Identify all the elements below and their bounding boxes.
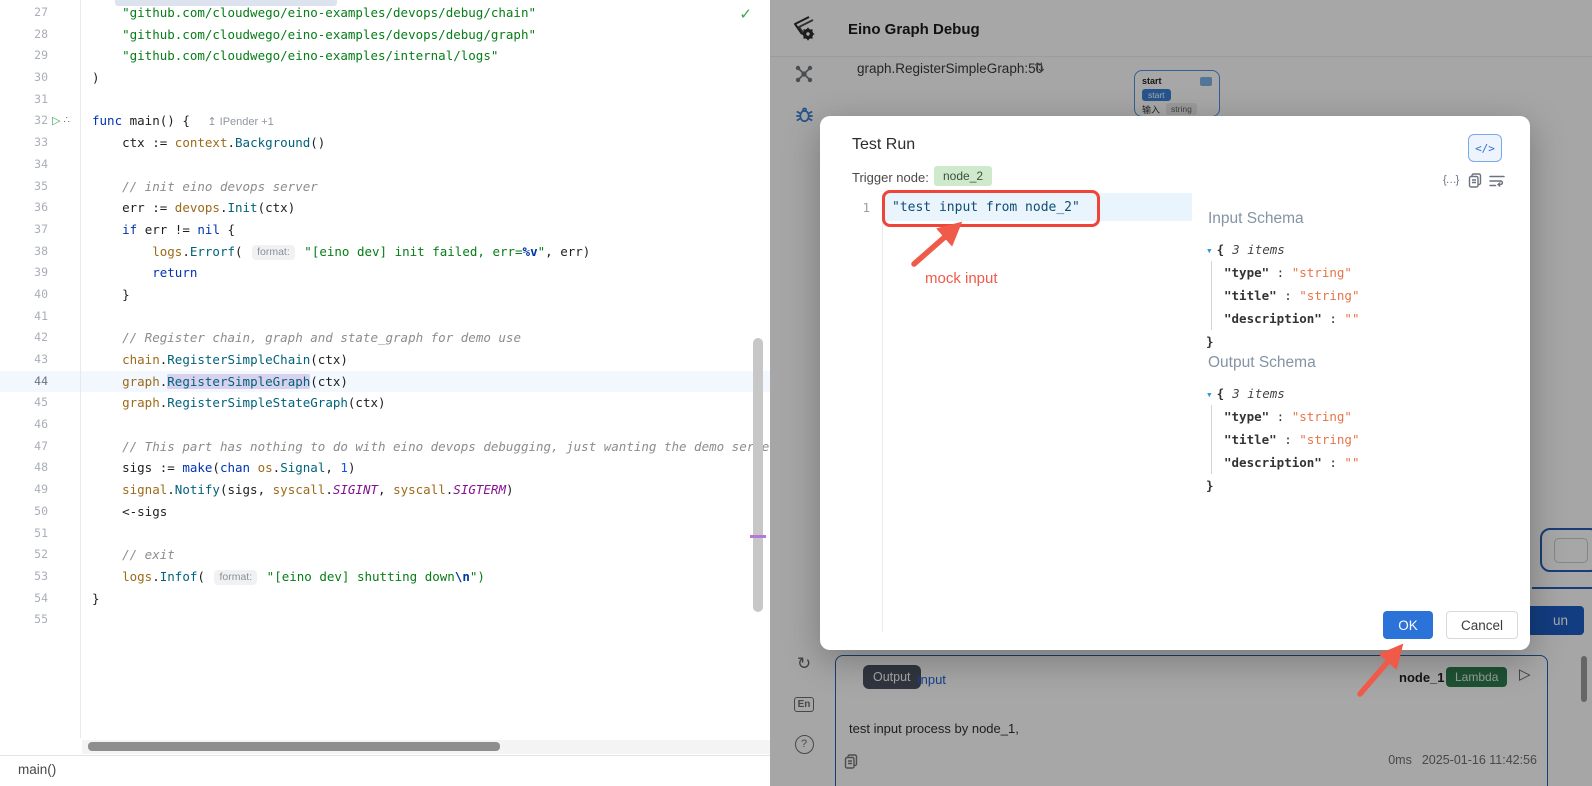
code-line[interactable]: 38 logs.Errorf( format: "[eino dev] init… (0, 241, 770, 263)
code-line[interactable]: 46 (0, 414, 770, 436)
ok-annotation-arrow (1352, 642, 1412, 700)
code-line[interactable]: 35 // init eino devops server (0, 176, 770, 198)
code-line[interactable]: 34 (0, 154, 770, 176)
line-number[interactable]: 48 (0, 457, 48, 479)
run-icon[interactable]: ▷ (52, 116, 60, 127)
app-window: 27 "github.com/cloudwego/eino-examples/d… (0, 0, 1592, 786)
collapse-icon[interactable]: ▾ (1206, 388, 1213, 401)
collapse-icon[interactable]: ▾ (1206, 244, 1213, 257)
code-line[interactable]: 51 (0, 523, 770, 545)
line-number[interactable]: 49 (0, 479, 48, 501)
code-line[interactable]: 54} (0, 588, 770, 610)
output-schema-title: Output Schema (1208, 354, 1316, 372)
line-number[interactable]: 47 (0, 436, 48, 458)
schema-row: "title" : "string" (1224, 284, 1359, 307)
line-number[interactable]: 39 (0, 262, 48, 284)
word-wrap-icon[interactable] (1489, 174, 1505, 188)
code-line[interactable]: 50 <-sigs (0, 501, 770, 523)
code-line[interactable]: 33 ctx := context.Background() (0, 132, 770, 154)
line-number[interactable]: 52 (0, 544, 48, 566)
line-number[interactable]: 55 (0, 609, 48, 631)
inspection-ok-icon[interactable]: ✓ (739, 5, 752, 23)
line-number[interactable]: 27 (0, 2, 48, 24)
code-line[interactable]: 31 (0, 89, 770, 111)
code-line[interactable]: 52 // exit (0, 544, 770, 566)
code-line[interactable]: 28 "github.com/cloudwego/eino-examples/d… (0, 24, 770, 46)
code-line[interactable]: 44 graph.RegisterSimpleGraph(ctx) (0, 371, 770, 393)
code-line[interactable]: 49 signal.Notify(sigs, syscall.SIGINT, s… (0, 479, 770, 501)
editor-gutter-separator (882, 196, 883, 632)
code-line[interactable]: 39 return (0, 262, 770, 284)
breadcrumb[interactable]: main() (18, 762, 56, 777)
line-number[interactable]: 41 (0, 306, 48, 328)
code-line[interactable]: 45 graph.RegisterSimpleStateGraph(ctx) (0, 392, 770, 414)
line-number[interactable]: 28 (0, 24, 48, 46)
code-lines: 27 "github.com/cloudwego/eino-examples/d… (0, 2, 770, 631)
line-number[interactable]: 36 (0, 197, 48, 219)
line-number[interactable]: 51 (0, 523, 48, 545)
code-line[interactable]: 55 (0, 609, 770, 631)
output-schema-tree: ▾{3 items"type" : "string""title" : "str… (1206, 382, 1359, 497)
cancel-button[interactable]: Cancel (1446, 611, 1518, 639)
schema-row: "type" : "string" (1224, 405, 1359, 428)
editor-vertical-scrollbar[interactable] (753, 338, 763, 612)
editor-horizontal-scrollbar[interactable] (88, 742, 500, 751)
code-vision-inlay[interactable]: ↥ IPender +1 (207, 116, 273, 128)
code-line[interactable]: 27 "github.com/cloudwego/eino-examples/d… (0, 2, 770, 24)
annotation-text: mock input (925, 270, 998, 287)
line-number[interactable]: 46 (0, 414, 48, 436)
code-line[interactable]: 30) (0, 67, 770, 89)
line-number[interactable]: 54 (0, 588, 48, 610)
editor-line-number: 1 (850, 200, 870, 215)
schema-row: "description" : "" (1224, 307, 1359, 330)
line-number[interactable]: 53 (0, 566, 48, 588)
line-number[interactable]: 50 (0, 501, 48, 523)
schema-row: "type" : "string" (1224, 261, 1359, 284)
scrollbar-change-marker (750, 535, 766, 538)
code-line[interactable]: 40 } (0, 284, 770, 306)
input-schema-tree: ▾{3 items"type" : "string""title" : "str… (1206, 238, 1359, 353)
code-line[interactable]: 36 err := devops.Init(ctx) (0, 197, 770, 219)
line-number[interactable]: 33 (0, 132, 48, 154)
line-number[interactable]: 31 (0, 89, 48, 111)
annotation-arrow (900, 220, 970, 270)
ok-button[interactable]: OK (1383, 611, 1433, 639)
code-line[interactable]: 42 // Register chain, graph and state_gr… (0, 327, 770, 349)
code-line[interactable]: 53 logs.Infof( format: "[eino dev] shutt… (0, 566, 770, 588)
code-mode-button[interactable]: </> (1468, 134, 1502, 162)
format-json-icon[interactable]: {…} (1443, 174, 1458, 186)
line-number[interactable]: 30 (0, 67, 48, 89)
schema-row: "description" : "" (1224, 451, 1359, 474)
line-number[interactable]: 45 (0, 392, 48, 414)
line-number[interactable]: 35 (0, 176, 48, 198)
input-schema-title: Input Schema (1208, 210, 1304, 228)
code-line[interactable]: 43 chain.RegisterSimpleChain(ctx) (0, 349, 770, 371)
profile-icon[interactable]: ∴ (63, 116, 69, 126)
line-number[interactable]: 32 (0, 110, 48, 132)
trigger-node-label: Trigger node: (852, 170, 929, 185)
line-number[interactable]: 40 (0, 284, 48, 306)
line-number[interactable]: 38 (0, 241, 48, 263)
code-line[interactable]: 48 sigs := make(chan os.Signal, 1) (0, 457, 770, 479)
code-line[interactable]: 41 (0, 306, 770, 328)
schema-row: "title" : "string" (1224, 428, 1359, 451)
line-number[interactable]: 34 (0, 154, 48, 176)
code-line[interactable]: 32▷∴func main() { ↥ IPender +1 (0, 110, 770, 132)
code-line[interactable]: 29 "github.com/cloudwego/eino-examples/i… (0, 45, 770, 67)
line-number[interactable]: 44 (0, 371, 48, 393)
line-number[interactable]: 42 (0, 327, 48, 349)
code-line[interactable]: 37 if err != nil { (0, 219, 770, 241)
line-number[interactable]: 37 (0, 219, 48, 241)
trigger-node-badge[interactable]: node_2 (934, 166, 992, 186)
code-editor[interactable]: 27 "github.com/cloudwego/eino-examples/d… (0, 0, 770, 786)
breadcrumb-bar: main() (0, 755, 770, 786)
copy-icon[interactable] (1468, 173, 1482, 188)
line-number[interactable]: 29 (0, 45, 48, 67)
dialog-title: Test Run (852, 136, 915, 154)
line-number[interactable]: 43 (0, 349, 48, 371)
code-line[interactable]: 47 // This part has nothing to do with e… (0, 436, 770, 458)
test-run-dialog: Test Run </> Trigger node: node_2 {…} 1 … (820, 116, 1530, 650)
